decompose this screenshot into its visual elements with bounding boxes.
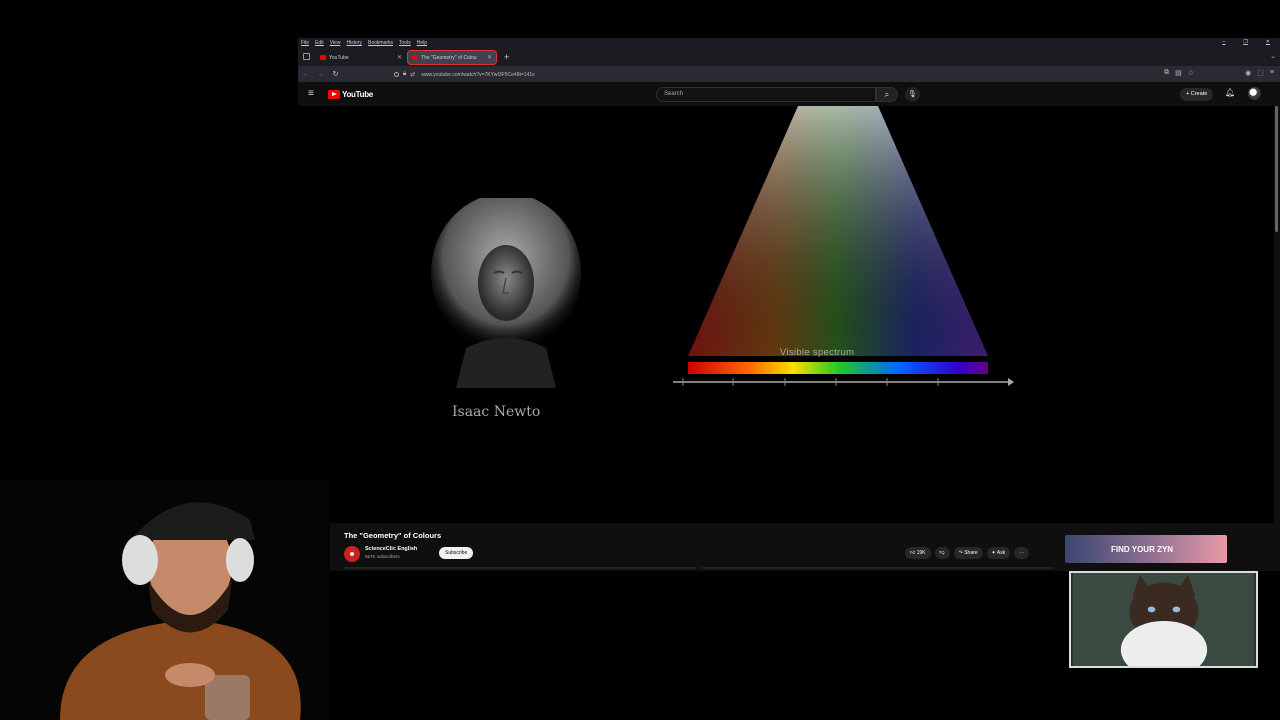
ad-text: FIND YOUR ZYN — [1111, 545, 1174, 554]
user-avatar[interactable] — [1248, 87, 1261, 100]
tab-overview-icon[interactable] — [303, 53, 310, 60]
url-text[interactable]: www.youtube.com/watch?v=7KYwI3F5Ce48t=14… — [421, 72, 534, 78]
close-tab-icon[interactable]: ✕ — [397, 54, 402, 61]
minimize-icon[interactable]: – — [1223, 39, 1226, 45]
url-bar[interactable]: 🔒︎ ⇄ www.youtube.com/watch?v=7KYwI3F5Ce4… — [394, 69, 1174, 80]
like-count: 19K — [916, 550, 926, 556]
youtube-favicon-icon — [412, 55, 418, 60]
forward-icon[interactable]: → — [313, 71, 328, 78]
create-button[interactable]: + Create — [1180, 88, 1214, 101]
account-icon[interactable]: ◉ — [1245, 69, 1251, 77]
ask-label: Ask — [996, 550, 1006, 556]
video-info-panel: The "Geometry" of Colours ScienceClic En… — [298, 523, 1280, 571]
subscribe-button[interactable]: Subscribe — [439, 547, 474, 559]
page-scrollbar[interactable] — [1275, 106, 1278, 232]
youtube-header: ≡ YouTube Search ⌕ 🎙︎ + Create 🔔︎ — [298, 82, 1280, 106]
newton-caption: Isaac Newto — [452, 404, 541, 420]
menu-edit[interactable]: Edit — [315, 40, 324, 46]
shield-icon[interactable] — [394, 72, 399, 77]
create-label: Create — [1190, 91, 1208, 97]
window-controls: – ❐ ✕ — [1223, 39, 1276, 45]
notifications-bell-icon[interactable]: 🔔︎ — [1225, 88, 1235, 97]
tab-label: YouTube — [329, 54, 349, 61]
cat-webcam — [1069, 571, 1258, 668]
video-title: The "Geometry" of Colours — [344, 531, 442, 540]
ask-button[interactable]: ✦ Ask — [986, 547, 1011, 559]
more-actions-icon[interactable]: ⋯ — [1014, 547, 1030, 559]
new-tab-icon[interactable]: + — [504, 52, 509, 62]
share-button[interactable]: ↷ Share — [953, 547, 983, 559]
permissions-icon[interactable]: ⇄ — [410, 71, 415, 78]
tab-label: The "Geometry" of Colou — [421, 54, 477, 61]
close-tab-icon[interactable]: ✕ — [487, 54, 492, 61]
menu-history[interactable]: History — [346, 40, 362, 46]
menu-bar: File Edit View History Bookmarks Tools H… — [298, 38, 1280, 48]
extensions-icon[interactable]: ⬚ — [1257, 69, 1264, 77]
navigation-bar: ← → ↻ 🔒︎ ⇄ www.youtube.com/watch?v=7KYwI… — [298, 66, 1280, 82]
spectrum-label: Visible spectrum — [780, 347, 855, 358]
share-label: Share — [964, 550, 978, 556]
channel-name[interactable]: ScienceClic English — [365, 546, 417, 552]
back-icon[interactable]: ← — [298, 71, 313, 78]
search-icon[interactable]: ⌕ — [876, 87, 898, 102]
microphone-icon[interactable]: 🎙︎ — [905, 87, 920, 102]
lock-icon[interactable]: 🔒︎ — [403, 71, 406, 78]
bookmark-star-icon[interactable]: ☆ — [1188, 69, 1194, 77]
menu-tools[interactable]: Tools — [399, 40, 411, 46]
isaac-newton-portrait — [431, 198, 581, 388]
thumbs-up-icon: 👍︎ — [910, 550, 917, 556]
restore-icon[interactable]: ❐ — [1243, 39, 1247, 45]
reload-icon[interactable]: ↻ — [328, 70, 343, 78]
streamer-webcam — [0, 480, 330, 720]
like-button[interactable]: 👍︎ 19K — [905, 547, 931, 559]
description-divider — [702, 567, 1054, 569]
screenshot-icon[interactable]: ⧉ — [1164, 69, 1169, 77]
tab-bar: YouTube ✕ The "Geometry" of Colou ✕ + ⌄ — [298, 48, 1280, 66]
youtube-logo-text: YouTube — [342, 90, 373, 99]
menu-bookmarks[interactable]: Bookmarks — [368, 40, 393, 46]
search-input[interactable]: Search — [656, 87, 876, 102]
youtube-logo[interactable]: YouTube — [328, 90, 373, 99]
toolbar-actions: ◉ ⬚ ≡ — [1245, 69, 1274, 77]
description-divider — [344, 567, 696, 569]
tab-video-active[interactable]: The "Geometry" of Colou ✕ — [407, 50, 497, 65]
video-actions: 👍︎ 19K 👎︎ ↷ Share ✦ Ask ⋯ — [905, 547, 1030, 559]
menu-file[interactable]: File — [301, 40, 309, 46]
subscriber-count: 557K subscribers — [365, 554, 400, 559]
app-menu-icon[interactable]: ≡ — [1270, 69, 1274, 77]
channel-avatar[interactable] — [344, 546, 360, 562]
menu-view[interactable]: View — [330, 40, 341, 46]
reader-view-icon[interactable]: ▤ — [1175, 69, 1182, 77]
dislike-button[interactable]: 👎︎ — [934, 547, 950, 559]
youtube-play-icon — [328, 90, 340, 99]
tab-youtube[interactable]: YouTube ✕ — [316, 51, 406, 64]
sidebar-ad-banner[interactable]: FIND YOUR ZYN — [1065, 535, 1227, 563]
list-tabs-icon[interactable]: ⌄ — [1270, 52, 1276, 60]
youtube-favicon-icon — [320, 55, 326, 60]
guide-menu-icon[interactable]: ≡ — [308, 88, 314, 99]
close-window-icon[interactable]: ✕ — [1266, 39, 1270, 45]
spectrum-diagram — [673, 106, 1014, 386]
thumbs-down-icon: 👎︎ — [939, 550, 945, 556]
url-actions: ⧉ ▤ ☆ — [1164, 69, 1194, 77]
browser-window: File Edit View History Bookmarks Tools H… — [298, 38, 1280, 571]
video-player[interactable]: Isaac Newto Visible spectrum — [298, 106, 1274, 523]
menu-help[interactable]: Help — [417, 40, 427, 46]
